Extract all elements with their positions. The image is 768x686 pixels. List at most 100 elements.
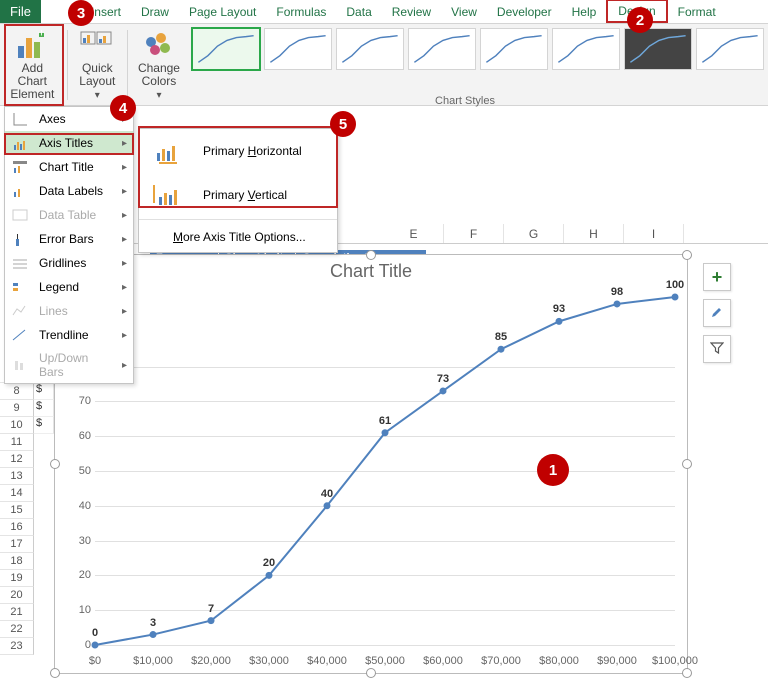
menu-axis-titles[interactable]: Axis Titles▸ xyxy=(5,131,133,155)
menu-chart-title-label: Chart Title xyxy=(39,160,111,174)
col-header[interactable]: E xyxy=(384,224,444,243)
y-axis-tick: 70 xyxy=(63,395,91,407)
quick-layout-icon xyxy=(79,30,115,60)
row-header[interactable]: 15 xyxy=(0,502,34,519)
x-axis-tick: $10,000 xyxy=(133,655,173,667)
chart-style-8[interactable] xyxy=(696,28,764,70)
row-header[interactable]: 12 xyxy=(0,451,34,468)
y-axis-tick: 10 xyxy=(63,604,91,616)
row-header[interactable]: 9 xyxy=(0,400,34,417)
tab-data[interactable]: Data xyxy=(336,0,381,23)
plot-area[interactable]: 01020304050607080$0$10,000$20,000$30,000… xyxy=(95,297,675,645)
chart-object[interactable]: Chart Title 01020304050607080$0$10,000$2… xyxy=(54,254,688,674)
y-axis-tick: 20 xyxy=(63,569,91,581)
y-axis-tick: 50 xyxy=(63,465,91,477)
x-axis-tick: $90,000 xyxy=(597,655,637,667)
row-header[interactable]: 11 xyxy=(0,434,34,451)
svg-text:+: + xyxy=(38,30,45,40)
menu-lines-label: Lines xyxy=(39,304,111,318)
menu-gridlines[interactable]: Gridlines▸ xyxy=(5,251,133,275)
menu-axes[interactable]: Axes▸ xyxy=(5,107,133,131)
cell[interactable]: $ xyxy=(34,400,54,417)
submenu-more-axis-title-options[interactable]: More Axis Title Options... xyxy=(139,222,337,252)
col-header[interactable]: G xyxy=(504,224,564,243)
change-colors-button[interactable]: Change Colors xyxy=(136,28,182,104)
row-header[interactable]: 18 xyxy=(0,553,34,570)
row-header[interactable]: 22 xyxy=(0,621,34,638)
y-axis-tick: 40 xyxy=(63,500,91,512)
chart-element-icon: + xyxy=(14,30,50,60)
row-header[interactable]: 17 xyxy=(0,536,34,553)
lines-icon xyxy=(11,303,29,319)
tab-design[interactable]: Design xyxy=(606,0,667,23)
x-axis-tick: $20,000 xyxy=(191,655,231,667)
col-header[interactable]: F xyxy=(444,224,504,243)
primary-horizontal-icon xyxy=(151,137,191,165)
filter-icon xyxy=(710,341,724,358)
tab-format[interactable]: Format xyxy=(668,0,726,23)
chart-style-3[interactable] xyxy=(336,28,404,70)
brush-icon xyxy=(709,304,725,323)
row-header[interactable]: 20 xyxy=(0,587,34,604)
cell[interactable]: $ xyxy=(34,383,54,400)
chart-style-1[interactable] xyxy=(192,28,260,70)
row-header[interactable]: 13 xyxy=(0,468,34,485)
tab-insert[interactable]: Insert xyxy=(81,0,131,23)
y-axis-tick: 60 xyxy=(63,430,91,442)
chart-styles-gallery[interactable] xyxy=(188,24,768,70)
menu-axes-label: Axes xyxy=(39,112,111,126)
row-header[interactable]: 19 xyxy=(0,570,34,587)
add-chart-element-button[interactable]: + Add Chart Element xyxy=(6,28,59,117)
menu-data-labels[interactable]: Data Labels▸ xyxy=(5,179,133,203)
chart-style-6[interactable] xyxy=(552,28,620,70)
chart-styles-group-label: Chart Styles xyxy=(185,95,745,107)
row-header[interactable]: 23 xyxy=(0,638,34,655)
y-axis-tick: 0 xyxy=(63,639,91,651)
chart-styles-button[interactable] xyxy=(703,299,731,327)
menu-legend[interactable]: Legend▸ xyxy=(5,275,133,299)
chart-style-2[interactable] xyxy=(264,28,332,70)
cell[interactable]: $ xyxy=(34,417,54,434)
chart-style-4[interactable] xyxy=(408,28,476,70)
row-header[interactable]: 14 xyxy=(0,485,34,502)
tab-view[interactable]: View xyxy=(441,0,487,23)
axes-icon xyxy=(11,111,29,127)
x-axis-tick: $70,000 xyxy=(481,655,521,667)
menu-error-bars[interactable]: Error Bars▸ xyxy=(5,227,133,251)
tab-file[interactable]: File xyxy=(0,0,41,23)
row-header[interactable]: 16 xyxy=(0,519,34,536)
menu-trendline[interactable]: Trendline▸ xyxy=(5,323,133,347)
x-axis-tick: $60,000 xyxy=(423,655,463,667)
change-colors-icon xyxy=(141,30,177,60)
submenu-primary-horizontal-label: Primary Horizontal xyxy=(203,144,302,158)
chart-filter-button[interactable] xyxy=(703,335,731,363)
quick-layout-button[interactable]: Quick Layout xyxy=(76,28,119,104)
row-header[interactable]: 10 xyxy=(0,417,34,434)
legend-icon xyxy=(11,279,29,295)
submenu-primary-vertical[interactable]: Primary Vertical xyxy=(139,173,337,217)
tab-help[interactable]: Help xyxy=(562,0,607,23)
tab-page-layout[interactable]: Page Layout xyxy=(179,0,266,23)
tab-developer[interactable]: Developer xyxy=(487,0,562,23)
trendline-icon xyxy=(11,327,29,343)
tab-review[interactable]: Review xyxy=(382,0,441,23)
tab-draw[interactable]: Draw xyxy=(131,0,179,23)
menu-updown-bars: Up/Down Bars▸ xyxy=(5,347,133,383)
menu-axis-titles-label: Axis Titles xyxy=(39,136,111,150)
chart-style-5[interactable] xyxy=(480,28,548,70)
menu-chart-title[interactable]: Chart Title▸ xyxy=(5,155,133,179)
submenu-separator xyxy=(139,219,337,220)
submenu-primary-vertical-label: Primary Vertical xyxy=(203,188,287,202)
error-bars-icon xyxy=(11,231,29,247)
chart-elements-button[interactable]: + xyxy=(703,263,731,291)
row-header[interactable]: 21 xyxy=(0,604,34,621)
axis-titles-icon xyxy=(11,135,29,151)
col-header[interactable]: H xyxy=(564,224,624,243)
add-chart-element-menu: Axes▸ Axis Titles▸ Chart Title▸ Data Lab… xyxy=(4,106,134,384)
submenu-primary-horizontal[interactable]: Primary Horizontal xyxy=(139,129,337,173)
row-header[interactable]: 8 xyxy=(0,383,34,400)
col-header[interactable]: I xyxy=(624,224,684,243)
quick-layout-label: Quick Layout xyxy=(78,62,117,102)
chart-style-7[interactable] xyxy=(624,28,692,70)
tab-formulas[interactable]: Formulas xyxy=(266,0,336,23)
